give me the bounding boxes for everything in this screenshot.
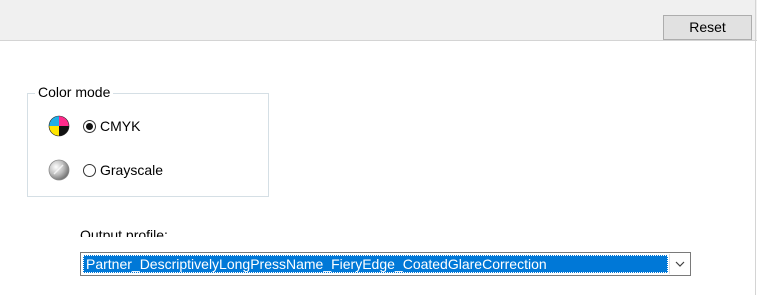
toolbar: Reset xyxy=(0,0,757,41)
grayscale-label: Grayscale xyxy=(100,162,164,178)
color-settings-panel: Reset Color mode CMYK Grayscale Output p… xyxy=(0,0,758,295)
grayscale-sphere-icon xyxy=(48,159,70,181)
cmyk-radio[interactable] xyxy=(83,119,96,133)
dropdown-button[interactable] xyxy=(669,254,689,274)
cmyk-label: CMYK xyxy=(100,118,141,134)
output-profile-select[interactable]: Partner_DescriptivelyLongPressName_Fiery… xyxy=(80,252,691,276)
grayscale-radio[interactable] xyxy=(83,163,96,177)
chevron-down-icon xyxy=(675,261,684,267)
cmyk-color-wheel-icon xyxy=(48,115,70,137)
reset-button[interactable]: Reset xyxy=(663,15,752,40)
grayscale-option[interactable]: Grayscale xyxy=(48,158,163,182)
output-profile-label: Output profile: xyxy=(80,227,168,237)
color-mode-legend: Color mode xyxy=(35,83,114,101)
panel-divider xyxy=(755,0,756,295)
output-profile-value: Partner_DescriptivelyLongPressName_Fiery… xyxy=(83,255,668,273)
cmyk-option[interactable]: CMYK xyxy=(48,114,140,138)
